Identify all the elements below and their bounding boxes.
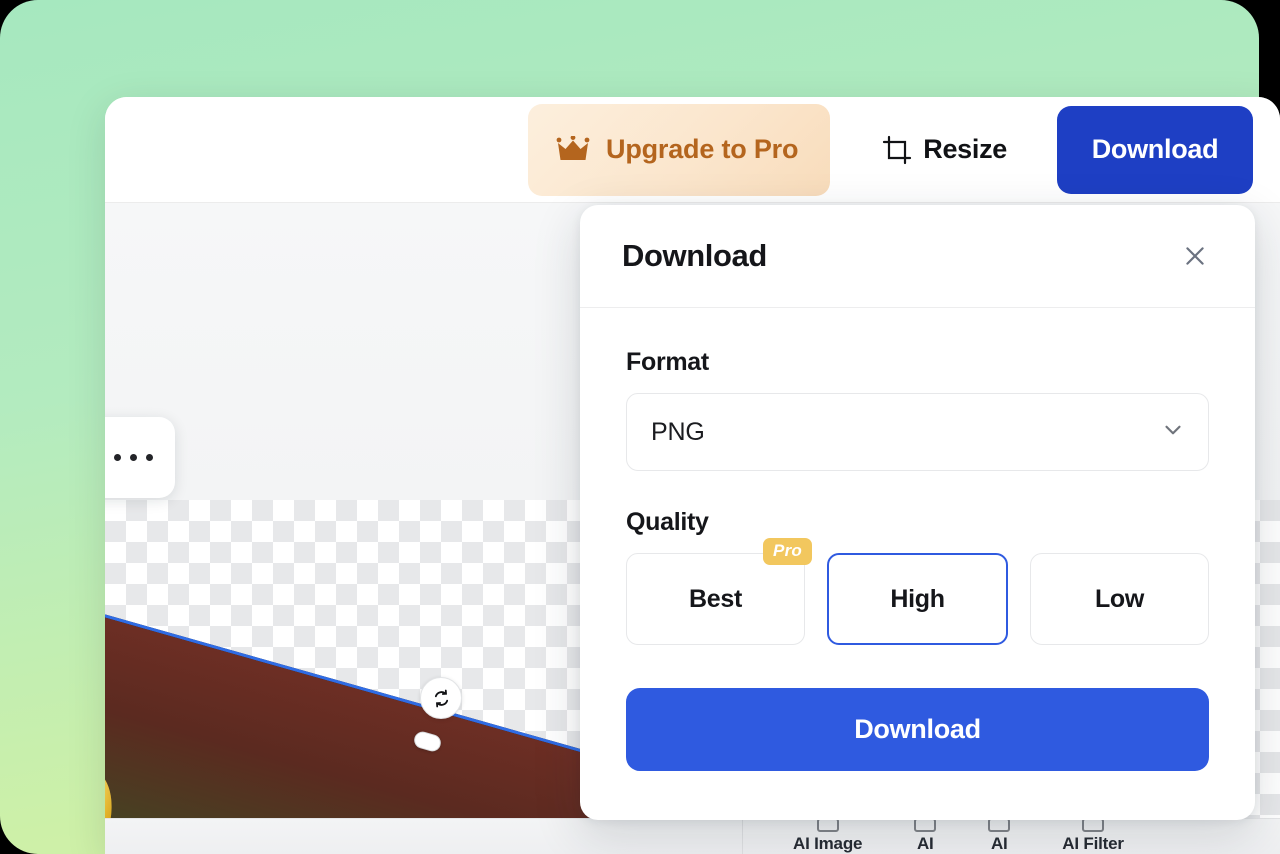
format-selected-value: PNG (651, 417, 705, 446)
quality-option-label: High (890, 584, 945, 613)
quality-option-label: Best (689, 584, 742, 613)
chevron-down-icon (1160, 417, 1186, 448)
bottom-tool-label: AI Filter (1062, 834, 1124, 853)
modal-header: Download (580, 205, 1255, 308)
format-label: Format (626, 348, 709, 376)
top-toolbar: Upgrade to Pro Resize Download (105, 97, 1280, 203)
resize-button[interactable]: Resize (852, 104, 1037, 196)
modal-body: Format PNG Quality Pro Best High Low Dow… (580, 308, 1255, 771)
download-button-modal[interactable]: Download (626, 688, 1209, 771)
resize-label: Resize (923, 134, 1007, 164)
bottom-tool-label: AI Image (793, 834, 863, 853)
upgrade-to-pro-label: Upgrade to Pro (606, 134, 799, 164)
bottom-tool-label: AI (916, 834, 934, 853)
quality-options: Pro Best High Low (626, 538, 1209, 645)
crop-resize-icon (882, 135, 912, 165)
quality-option-label: Low (1094, 584, 1145, 613)
bottom-tool-ai-image[interactable]: AI Image (793, 818, 862, 854)
image-icon (816, 818, 839, 832)
download-modal: Download Format PNG Quality Pro Best Hig… (580, 205, 1255, 820)
download-button-toolbar[interactable]: Download (1057, 105, 1253, 194)
bottom-tool-ai-3[interactable]: AI (988, 818, 1011, 854)
quality-option-high[interactable]: High (827, 553, 1008, 645)
pro-badge: Pro (763, 538, 812, 565)
quality-option-best[interactable]: Pro Best (626, 538, 812, 645)
bottom-toolbar: AI Image AI AI AI Filter (105, 818, 1280, 854)
modal-title: Download (622, 238, 767, 273)
sparkle-icon (914, 818, 937, 832)
more-options-button[interactable] (105, 417, 175, 498)
rotate-icon[interactable] (420, 677, 462, 719)
screenshot-root: Upgrade to Pro Resize Download AI Image … (0, 0, 1280, 854)
bottom-tool-label: AI (990, 834, 1008, 853)
close-icon[interactable] (1175, 236, 1215, 276)
quality-option-low[interactable]: Low (1030, 553, 1209, 645)
bottom-tool-ai-filter[interactable]: AI Filter (1062, 818, 1124, 854)
upgrade-to-pro-button[interactable]: Upgrade to Pro (528, 103, 831, 196)
quality-label: Quality (626, 508, 709, 536)
filter-icon (1082, 818, 1105, 832)
bottom-tool-ai-2[interactable]: AI (914, 818, 937, 854)
format-select[interactable]: PNG (626, 393, 1209, 471)
ellipsis-icon (114, 454, 153, 461)
crown-icon (556, 134, 590, 164)
bottom-toolbar-items: AI Image AI AI AI Filter (743, 818, 1124, 854)
magic-icon (988, 818, 1011, 832)
